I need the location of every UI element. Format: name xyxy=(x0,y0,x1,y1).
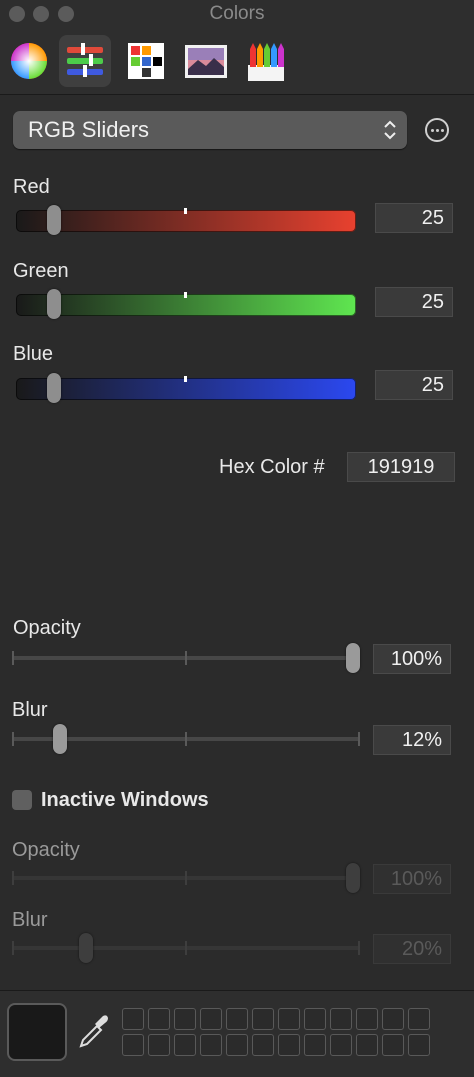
blue-slider-midpoint xyxy=(184,376,187,382)
blue-slider[interactable] xyxy=(16,373,356,403)
color-swatch-slot[interactable] xyxy=(200,1008,222,1030)
slider-tick xyxy=(358,941,360,955)
sliders-icon xyxy=(67,43,103,77)
color-mode-label: RGB Sliders xyxy=(28,117,150,142)
slider-tick xyxy=(185,941,187,955)
inactive-blur-label: Blur xyxy=(12,909,48,931)
color-swatch-slot[interactable] xyxy=(200,1034,222,1056)
color-swatch-slot[interactable] xyxy=(408,1008,430,1030)
window-title: Colors xyxy=(209,3,265,24)
color-swatch-slot[interactable] xyxy=(122,1008,144,1030)
inactive-blur-value-field[interactable]: 20% xyxy=(373,934,451,964)
color-mode-popup[interactable]: RGB Sliders xyxy=(13,111,407,149)
red-label: Red xyxy=(13,176,50,198)
image-palettes-tab[interactable] xyxy=(180,35,232,87)
blur-slider[interactable] xyxy=(12,724,360,754)
color-swatch-slot[interactable] xyxy=(174,1008,196,1030)
title-bar: Colors xyxy=(0,0,474,28)
slider-tick xyxy=(185,651,187,665)
color-swatch-slot[interactable] xyxy=(278,1008,300,1030)
blue-value-field[interactable]: 25 xyxy=(375,370,453,400)
blur-slider-knob[interactable] xyxy=(53,724,67,754)
current-color-well[interactable] xyxy=(7,1003,67,1061)
green-label: Green xyxy=(13,260,69,282)
color-swatch-slot[interactable] xyxy=(122,1034,144,1056)
color-swatch-slot[interactable] xyxy=(382,1034,404,1056)
slider-tick xyxy=(358,732,360,746)
red-slider-knob[interactable] xyxy=(47,205,61,235)
color-swatch-slot[interactable] xyxy=(226,1034,248,1056)
inactive-opacity-slider[interactable] xyxy=(12,863,360,893)
chevron-up-down-icon xyxy=(384,120,396,140)
green-slider[interactable] xyxy=(16,289,356,319)
slider-tick xyxy=(12,941,14,955)
red-slider-midpoint xyxy=(184,208,187,214)
pencils-icon xyxy=(248,43,284,81)
hex-color-label: Hex Color # xyxy=(219,456,325,478)
color-swatch-slot[interactable] xyxy=(304,1034,326,1056)
color-sliders-tab[interactable] xyxy=(59,35,111,87)
blur-label: Blur xyxy=(12,699,48,721)
inactive-opacity-label: Opacity xyxy=(12,839,80,861)
color-swatch-slot[interactable] xyxy=(356,1034,378,1056)
color-wheel-tab[interactable] xyxy=(3,35,55,87)
inactive-opacity-value-field[interactable]: 100% xyxy=(373,864,451,894)
inactive-windows-checkbox[interactable] xyxy=(12,790,32,810)
inactive-blur-slider-knob[interactable] xyxy=(79,933,93,963)
color-swatch-slot[interactable] xyxy=(226,1008,248,1030)
color-swatch-slot[interactable] xyxy=(148,1034,170,1056)
blue-slider-knob[interactable] xyxy=(47,373,61,403)
slider-tick xyxy=(12,651,14,665)
more-options-icon[interactable] xyxy=(425,118,449,142)
color-wheel-icon xyxy=(11,43,47,79)
color-swatch-slot[interactable] xyxy=(278,1034,300,1056)
blue-label: Blue xyxy=(13,343,54,365)
palette-grid-icon xyxy=(128,43,164,79)
hex-color-field[interactable]: 191919 xyxy=(347,452,455,482)
opacity-slider-knob[interactable] xyxy=(346,643,360,673)
toolbar xyxy=(0,28,474,95)
green-slider-knob[interactable] xyxy=(47,289,61,319)
slider-tick xyxy=(185,732,187,746)
color-palettes-tab[interactable] xyxy=(120,35,172,87)
color-swatch-slot[interactable] xyxy=(304,1008,326,1030)
slider-tick xyxy=(185,871,187,885)
opacity-slider[interactable] xyxy=(12,643,360,673)
color-swatch-slot[interactable] xyxy=(330,1034,352,1056)
color-swatch-slot[interactable] xyxy=(382,1008,404,1030)
landscape-image-icon xyxy=(185,45,227,78)
color-swatch-slot[interactable] xyxy=(252,1034,274,1056)
inactive-opacity-slider-knob[interactable] xyxy=(346,863,360,893)
color-swatch-slot[interactable] xyxy=(408,1034,430,1056)
color-swatch-slot[interactable] xyxy=(148,1008,170,1030)
color-swatch-slot[interactable] xyxy=(252,1008,274,1030)
inactive-blur-slider[interactable] xyxy=(12,933,360,963)
red-value-field[interactable]: 25 xyxy=(375,203,453,233)
green-value-field[interactable]: 25 xyxy=(375,287,453,317)
color-swatch-slot[interactable] xyxy=(330,1008,352,1030)
slider-tick xyxy=(12,871,14,885)
inactive-windows-label: Inactive Windows xyxy=(41,789,209,811)
opacity-label: Opacity xyxy=(13,617,81,639)
red-slider[interactable] xyxy=(16,205,356,235)
pencils-tab[interactable] xyxy=(240,35,292,87)
eyedropper-icon[interactable] xyxy=(77,1014,109,1050)
green-slider-midpoint xyxy=(184,292,187,298)
slider-tick xyxy=(12,732,14,746)
color-swatch-slot[interactable] xyxy=(174,1034,196,1056)
blur-value-field[interactable]: 12% xyxy=(373,725,451,755)
color-swatch-slot[interactable] xyxy=(356,1008,378,1030)
opacity-value-field[interactable]: 100% xyxy=(373,644,451,674)
